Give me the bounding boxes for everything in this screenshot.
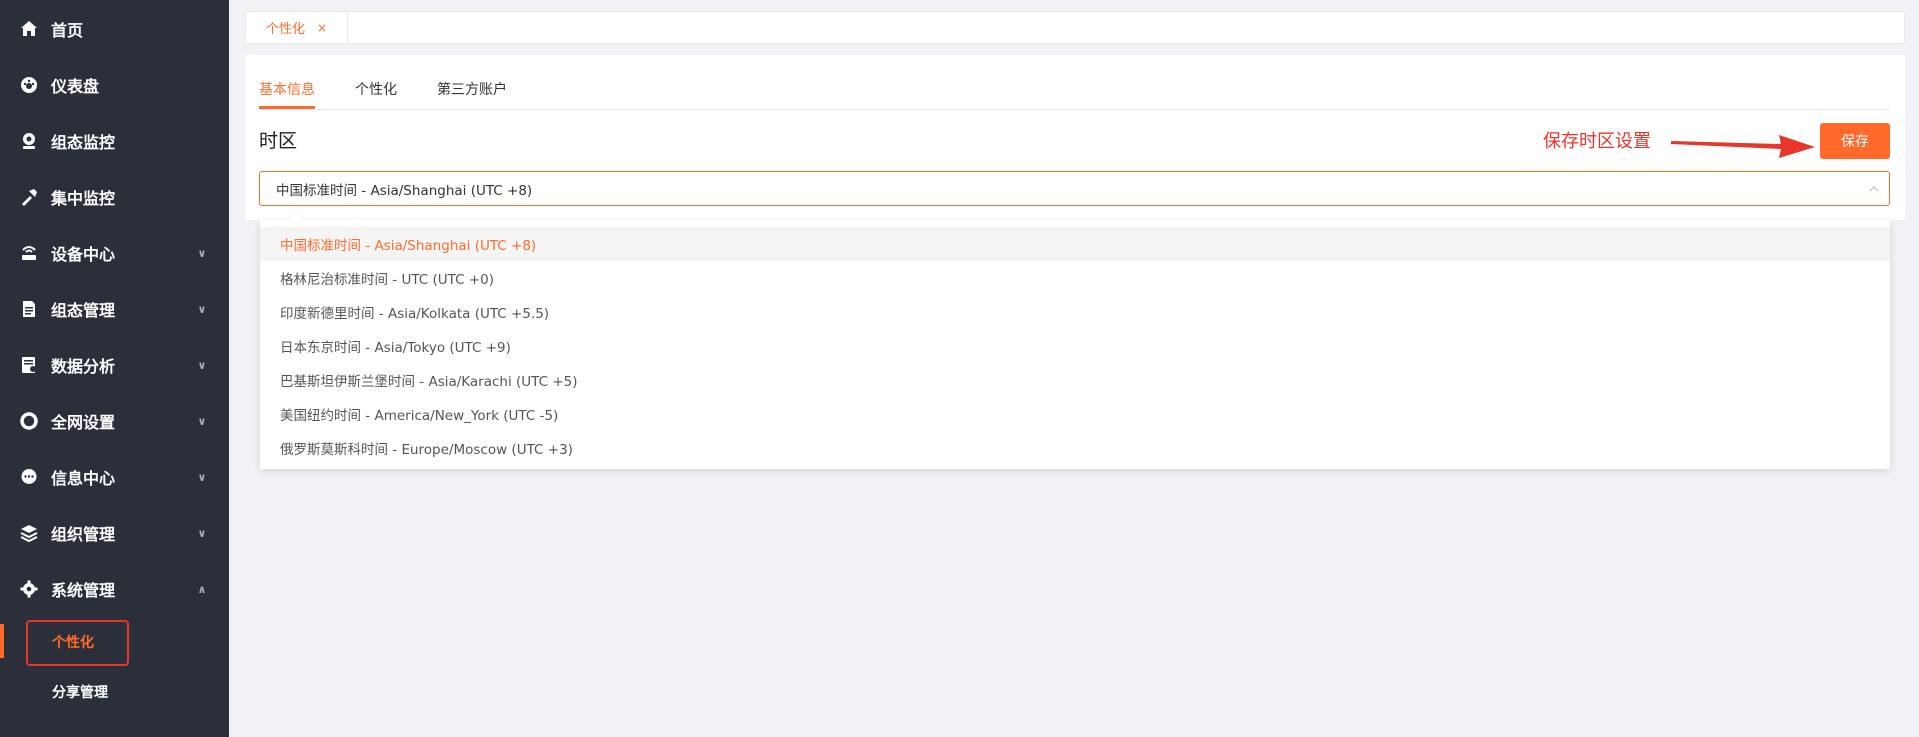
chat-bubble-icon — [19, 467, 39, 487]
sidebar-item-data-analysis[interactable]: 数据分析 ∨ — [0, 337, 229, 393]
tools-icon — [19, 187, 39, 207]
sidebar-item-label: 组织管理 — [51, 525, 116, 544]
sidebar-item-label: 信息中心 — [51, 469, 116, 488]
option-label: 巴基斯坦伊斯兰堡时间 - Asia/Karachi (UTC +5) — [280, 374, 578, 390]
document-icon — [19, 299, 39, 319]
timezone-select[interactable]: 中国标准时间 - Asia/Shanghai (UTC +8) — [259, 171, 1890, 206]
chevron-down-icon: ∨ — [197, 526, 207, 540]
report-icon — [19, 355, 39, 375]
settings-card: 基本信息 个性化 第三方账户 时区 保存时区设置 保存 中国标准时间 - Asi… — [245, 55, 1905, 220]
sidebar-subitem-share-manage[interactable]: 分享管理 — [0, 667, 229, 717]
tab-active-underline — [259, 106, 315, 109]
timezone-dropdown: 中国标准时间 - Asia/Shanghai (UTC +8) 格林尼治标准时间… — [260, 211, 1890, 469]
settings-tabs: 基本信息 个性化 第三方账户 — [259, 55, 1889, 110]
layers-icon — [19, 523, 39, 543]
sidebar-item-label: 集中监控 — [51, 189, 116, 208]
timezone-option[interactable]: 美国纽约时间 - America/New_York (UTC -5) — [260, 397, 1890, 431]
chevron-down-icon: ∨ — [197, 302, 207, 316]
chevron-down-icon: ∨ — [197, 246, 207, 260]
sidebar-item-label: 首页 — [51, 21, 84, 40]
page-tab-personalize[interactable]: 个性化 × — [246, 12, 348, 43]
sidebar: 首页 仪表盘 组态监控 集中监控 设备中心 ∨ 组态管理 ∨ 数据分析 ∨ 全网… — [0, 0, 229, 737]
close-icon[interactable]: × — [317, 21, 327, 35]
chevron-down-icon: ∨ — [197, 358, 207, 372]
sidebar-item-label: 仪表盘 — [51, 77, 100, 96]
option-label: 格林尼治标准时间 - UTC (UTC +0) — [280, 272, 494, 288]
sidebar-item-device-center[interactable]: 设备中心 ∨ — [0, 225, 229, 281]
timezone-option[interactable]: 俄罗斯莫斯科时间 - Europe/Moscow (UTC +3) — [260, 431, 1890, 465]
sidebar-item-network-settings[interactable]: 全网设置 ∨ — [0, 393, 229, 449]
sidebar-item-config-manage[interactable]: 组态管理 ∨ — [0, 281, 229, 337]
option-label: 日本东京时间 - Asia/Tokyo (UTC +9) — [280, 340, 511, 356]
tab-third-party-accounts[interactable]: 第三方账户 — [437, 79, 507, 99]
sidebar-item-dashboard[interactable]: 仪表盘 — [0, 57, 229, 113]
tab-basic-info[interactable]: 基本信息 — [259, 79, 315, 99]
timezone-option[interactable]: 巴基斯坦伊斯兰堡时间 - Asia/Karachi (UTC +5) — [260, 363, 1890, 397]
annotation-text: 保存时区设置 — [1543, 131, 1651, 152]
sidebar-item-label: 系统管理 — [51, 581, 116, 600]
chevron-up-icon — [1869, 185, 1879, 191]
sidebar-item-central-monitor[interactable]: 集中监控 — [0, 169, 229, 225]
sidebar-item-label: 组态管理 — [51, 301, 116, 320]
timezone-option[interactable]: 中国标准时间 - Asia/Shanghai (UTC +8) — [260, 227, 1890, 261]
save-button[interactable]: 保存 — [1820, 123, 1890, 159]
ring-icon — [19, 411, 39, 431]
sidebar-item-config-monitor[interactable]: 组态监控 — [0, 113, 229, 169]
sidebar-item-label: 组态监控 — [51, 133, 116, 152]
gear-icon — [19, 579, 39, 599]
sidebar-subitem-label: 分享管理 — [52, 685, 108, 701]
sidebar-item-system-manage[interactable]: 系统管理 ∧ — [0, 561, 229, 617]
page-tab-label: 个性化 — [266, 22, 306, 37]
sidebar-item-label: 数据分析 — [51, 357, 116, 376]
router-icon — [19, 243, 39, 263]
annotation-arrow-icon — [1671, 135, 1815, 158]
chevron-down-icon: ∨ — [197, 470, 207, 484]
timezone-select-value: 中国标准时间 - Asia/Shanghai (UTC +8) — [276, 182, 533, 199]
section-title: 时区 — [259, 130, 298, 152]
option-label: 俄罗斯莫斯科时间 - Europe/Moscow (UTC +3) — [280, 442, 573, 458]
chevron-down-icon: ∨ — [197, 414, 207, 428]
sidebar-item-org-manage[interactable]: 组织管理 ∨ — [0, 505, 229, 561]
page-tab-bar: 个性化 × — [245, 11, 1905, 44]
tab-personalize[interactable]: 个性化 — [355, 79, 397, 99]
sidebar-item-label: 设备中心 — [51, 245, 116, 264]
webcam-icon — [19, 131, 39, 151]
chevron-up-icon: ∧ — [197, 582, 207, 596]
sidebar-item-home[interactable]: 首页 — [0, 1, 229, 57]
timezone-option[interactable]: 格林尼治标准时间 - UTC (UTC +0) — [260, 261, 1890, 295]
timezone-option[interactable]: 印度新德里时间 - Asia/Kolkata (UTC +5.5) — [260, 295, 1890, 329]
dashboard-icon — [19, 75, 39, 95]
highlight-box — [26, 620, 129, 666]
sidebar-item-label: 全网设置 — [51, 413, 116, 432]
option-label: 美国纽约时间 - America/New_York (UTC -5) — [280, 408, 559, 424]
sidebar-item-message-center[interactable]: 信息中心 ∨ — [0, 449, 229, 505]
option-label: 中国标准时间 - Asia/Shanghai (UTC +8) — [280, 238, 537, 254]
home-icon — [19, 19, 39, 39]
option-label: 印度新德里时间 - Asia/Kolkata (UTC +5.5) — [280, 306, 550, 322]
timezone-option[interactable]: 日本东京时间 - Asia/Tokyo (UTC +9) — [260, 329, 1890, 363]
